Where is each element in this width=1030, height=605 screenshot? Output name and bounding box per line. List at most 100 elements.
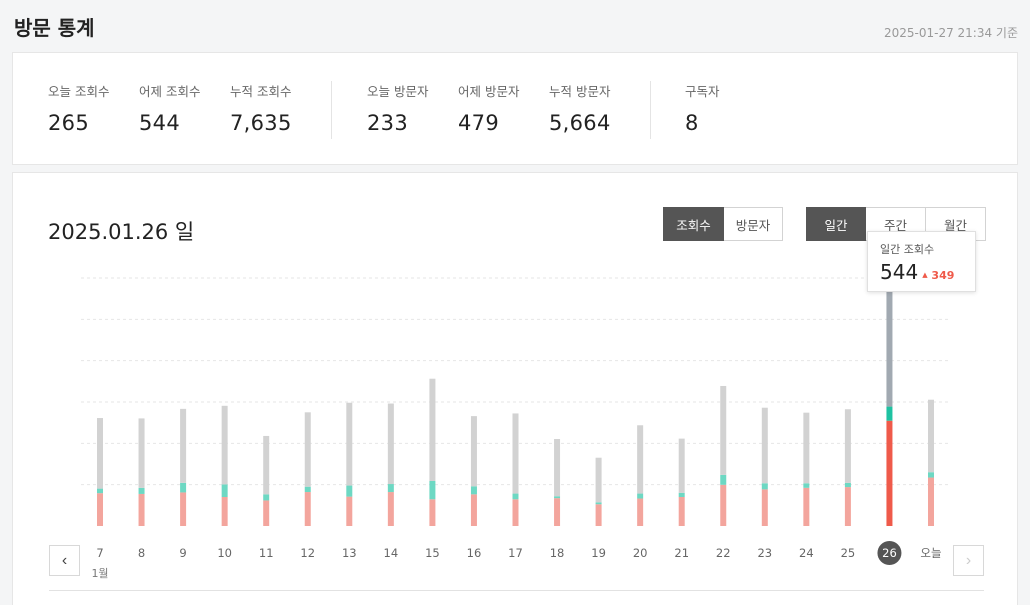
bar-segment[interactable] (844, 409, 851, 483)
x-tick-label[interactable]: 25 (841, 546, 856, 560)
x-tick-label[interactable]: 8 (138, 546, 145, 560)
x-tick-label[interactable]: 23 (757, 546, 772, 560)
bar-segment[interactable] (637, 498, 644, 526)
bar-segment[interactable] (221, 405, 228, 485)
bar-segment[interactable] (678, 497, 685, 526)
bar-segment[interactable] (720, 385, 727, 475)
chevron-right-icon[interactable]: › (953, 545, 984, 576)
bar-segment[interactable] (844, 482, 851, 488)
bar-segment[interactable] (304, 486, 311, 493)
bar-segment[interactable] (387, 403, 394, 485)
bar-segment[interactable] (595, 502, 602, 505)
bar-segment[interactable] (886, 273, 893, 407)
bar-segment[interactable] (637, 493, 644, 499)
bar-segment[interactable] (180, 408, 187, 483)
bar-segment[interactable] (928, 472, 934, 478)
chart-tooltip: 일간 조회수 544 ▲ 349 (867, 231, 976, 292)
bar-segment[interactable] (97, 488, 103, 494)
bar-segment[interactable] (886, 406, 893, 421)
bar-segment[interactable] (263, 435, 270, 495)
divider (650, 81, 651, 139)
bar-segment[interactable] (180, 482, 187, 493)
page-title: 방문 통계 (14, 16, 95, 40)
bar-segment[interactable] (761, 483, 768, 490)
bar-segment[interactable] (346, 496, 353, 526)
bar-segment[interactable] (387, 484, 394, 493)
x-tick-label[interactable]: 9 (179, 546, 186, 560)
triangle-up-icon: ▲ (922, 271, 928, 279)
stat-value: 7,635 (230, 111, 292, 135)
x-tick-label[interactable]: 22 (716, 546, 731, 560)
bar-segment[interactable] (928, 399, 934, 473)
bar-segment[interactable] (595, 457, 602, 503)
x-tick-label[interactable]: 16 (467, 546, 482, 560)
bar-segment[interactable] (429, 480, 436, 500)
bar-segment[interactable] (97, 493, 103, 526)
bar-segment[interactable] (221, 484, 228, 498)
x-tick-label[interactable]: 19 (591, 546, 606, 560)
bar-segment[interactable] (803, 412, 810, 484)
bar-segment[interactable] (221, 497, 228, 526)
bar-segment[interactable] (470, 486, 477, 495)
bar-segment[interactable] (844, 487, 851, 526)
bar-segment[interactable] (263, 500, 270, 526)
month-label: 1월 (91, 567, 108, 580)
x-tick-label[interactable]: 21 (674, 546, 689, 560)
x-tick-label[interactable]: 17 (508, 546, 523, 560)
bar-segment[interactable] (554, 496, 561, 499)
bar-segment[interactable] (886, 420, 893, 526)
bar-segment[interactable] (512, 493, 519, 500)
bar-segment[interactable] (761, 489, 768, 526)
x-tick-label[interactable]: 14 (384, 546, 399, 560)
x-tick-label[interactable]: 10 (217, 546, 232, 560)
x-tick-label[interactable]: 18 (550, 546, 565, 560)
bar-segment[interactable] (595, 504, 602, 526)
bar-segment[interactable] (346, 485, 353, 497)
bar-segment[interactable] (678, 438, 685, 493)
bar-segment[interactable] (138, 418, 145, 488)
x-tick-label[interactable]: 12 (300, 546, 315, 560)
bar-segment[interactable] (387, 492, 394, 526)
bar-segment[interactable] (928, 477, 934, 526)
bar-segment[interactable] (637, 425, 644, 494)
stat-today-views: 오늘 조회수 265 (48, 81, 109, 135)
bar-segment[interactable] (512, 499, 519, 526)
bar-segment[interactable] (678, 492, 685, 498)
x-tick-label[interactable]: 7 (96, 546, 103, 560)
summary-card: 오늘 조회수 265 어제 조회수 544 누적 조회수 7,635 오늘 방문… (12, 52, 1018, 165)
x-tick-label[interactable]: 20 (633, 546, 648, 560)
bar-segment[interactable] (429, 499, 436, 526)
bar-segment[interactable] (97, 418, 103, 489)
stat-total-visitors: 누적 방문자 5,664 (549, 81, 611, 135)
x-tick-label[interactable]: 11 (259, 546, 274, 560)
bar-segment[interactable] (346, 402, 353, 486)
bar-segment[interactable] (803, 483, 810, 488)
chart-bottom-border (49, 590, 984, 591)
bar-segment[interactable] (512, 413, 519, 494)
bar-segment[interactable] (470, 416, 477, 487)
x-tick-label[interactable]: 오늘 (920, 546, 941, 560)
stat-label: 누적 방문자 (549, 84, 611, 99)
x-tick-label[interactable]: 24 (799, 546, 814, 560)
bar-segment[interactable] (304, 412, 311, 487)
bar-segment[interactable] (429, 378, 436, 481)
x-tick-label[interactable]: 13 (342, 546, 357, 560)
x-tick-label[interactable]: 26 (882, 546, 897, 560)
bar-segment[interactable] (138, 493, 145, 526)
stat-label: 오늘 방문자 (367, 84, 429, 99)
x-tick-label[interactable]: 15 (425, 546, 440, 560)
bar-segment[interactable] (720, 484, 727, 526)
tooltip-label: 일간 조회수 (880, 243, 935, 256)
stat-label: 오늘 조회수 (48, 84, 110, 99)
bar-segment[interactable] (263, 494, 270, 501)
bar-segment[interactable] (470, 494, 477, 526)
bar-segment[interactable] (761, 407, 768, 484)
bar-segment[interactable] (720, 474, 727, 485)
bar-segment[interactable] (554, 498, 561, 526)
bar-segment[interactable] (304, 492, 311, 526)
bar-segment[interactable] (180, 492, 187, 526)
bar-segment[interactable] (554, 439, 561, 497)
chevron-left-icon[interactable]: ‹ (49, 545, 80, 576)
bar-segment[interactable] (803, 487, 810, 526)
bar-segment[interactable] (138, 487, 145, 494)
